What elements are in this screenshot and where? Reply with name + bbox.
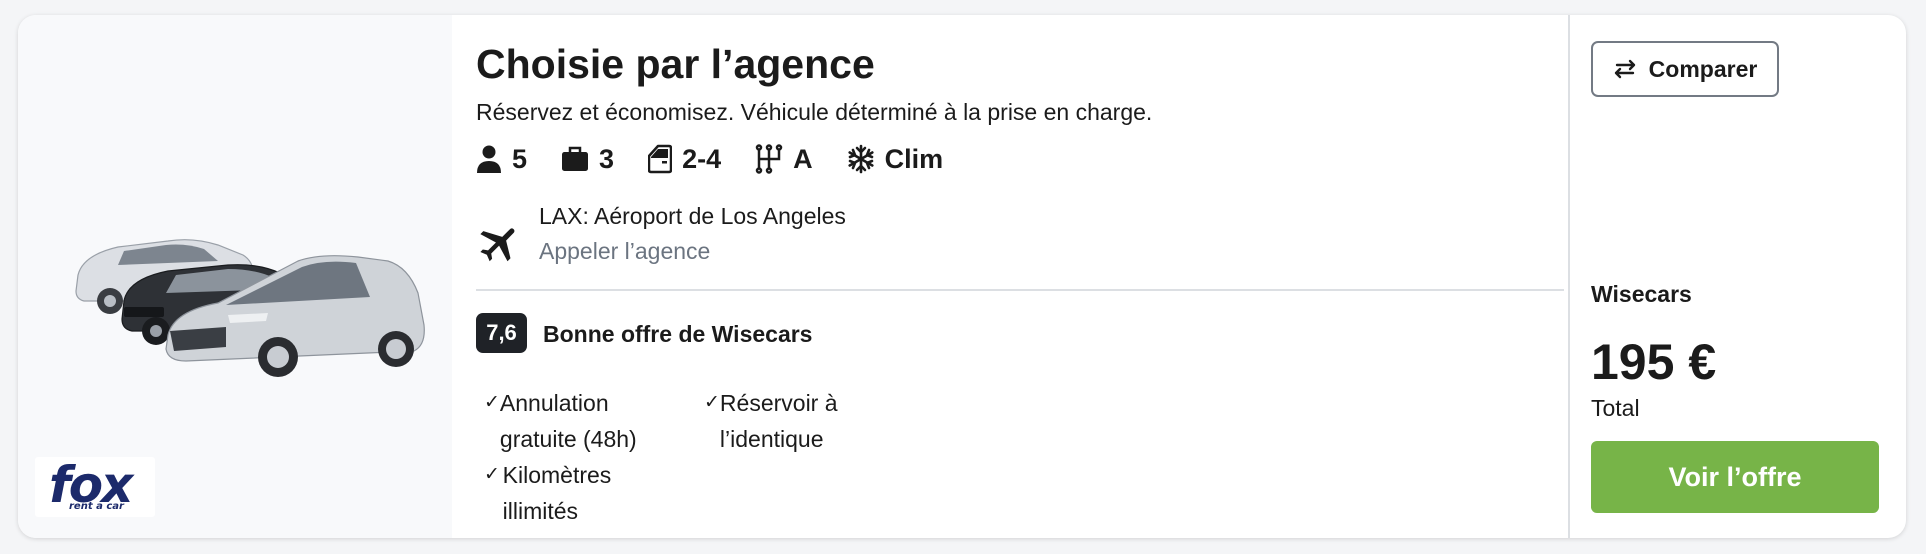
- gearshift-icon: [755, 144, 783, 174]
- car-image: [75, 239, 425, 377]
- section-divider: [476, 289, 1564, 291]
- feature-doors-value: 2-4: [682, 143, 722, 174]
- airplane-icon: [480, 228, 515, 262]
- check-icon: ✓: [484, 392, 500, 413]
- car-door-icon: [648, 144, 673, 174]
- rating-badge: 7,6: [476, 313, 527, 353]
- pickup-location-name: LAX: Aéroport de Los Angeles: [539, 203, 846, 229]
- perk-text: Réservoir à l’identique: [719, 390, 838, 452]
- offer-title: Choisie par l’agence: [476, 41, 875, 87]
- feature-doors: 2-4: [648, 144, 721, 175]
- perk-item: ✓ Kilomètres illimités: [484, 457, 664, 529]
- car-offer-card: fox rent a car Choisie par l’agence Rése…: [18, 15, 1906, 538]
- perk-text: Annulation gratuite (48h): [499, 390, 637, 452]
- feature-aircon-value: Clim: [884, 143, 944, 174]
- suitcase-icon: [562, 146, 589, 171]
- agency-logo: fox rent a car: [35, 457, 155, 517]
- view-offer-button[interactable]: Voir l’offre: [1591, 441, 1879, 513]
- rating-label: Bonne offre de Wisecars: [543, 321, 813, 347]
- feature-passengers-value: 5: [512, 143, 528, 174]
- perk-item: ✓ Réservoir à l’identique: [704, 385, 884, 457]
- swap-arrows-icon: [1614, 59, 1635, 79]
- compare-button[interactable]: Comparer: [1591, 41, 1779, 97]
- price-value: 195 €: [1591, 334, 1717, 390]
- person-icon: [477, 145, 501, 173]
- feature-transmission: A: [755, 144, 813, 175]
- offer-details: Choisie par l’agence Réservez et économi…: [476, 15, 1564, 538]
- feature-aircon: Clim: [847, 143, 944, 175]
- price-column-divider: [1568, 15, 1570, 538]
- check-icon: ✓: [704, 392, 720, 413]
- offer-subtitle: Réservez et économisez. Véhicule détermi…: [476, 99, 1153, 125]
- feature-passengers: 5: [476, 144, 527, 175]
- compare-button-label: Comparer: [1648, 55, 1758, 82]
- snowflake-icon: [847, 144, 874, 174]
- check-icon: ✓: [484, 464, 500, 485]
- agency-logo-tagline: rent a car: [69, 501, 124, 512]
- provider-name: Wisecars: [1591, 281, 1692, 307]
- feature-bags-value: 3: [599, 143, 615, 174]
- perk-text: Kilomètres illimités: [502, 462, 612, 524]
- feature-transmission-value: A: [793, 143, 813, 174]
- feature-list: 5 3 2-4 A Clim: [476, 141, 977, 177]
- feature-bags: 3: [561, 144, 614, 175]
- car-image-panel: fox rent a car: [18, 15, 452, 538]
- call-agency-link[interactable]: Appeler l’agence: [539, 238, 710, 265]
- price-caption: Total: [1591, 395, 1640, 421]
- perk-item: ✓ Annulation gratuite (48h): [484, 385, 664, 457]
